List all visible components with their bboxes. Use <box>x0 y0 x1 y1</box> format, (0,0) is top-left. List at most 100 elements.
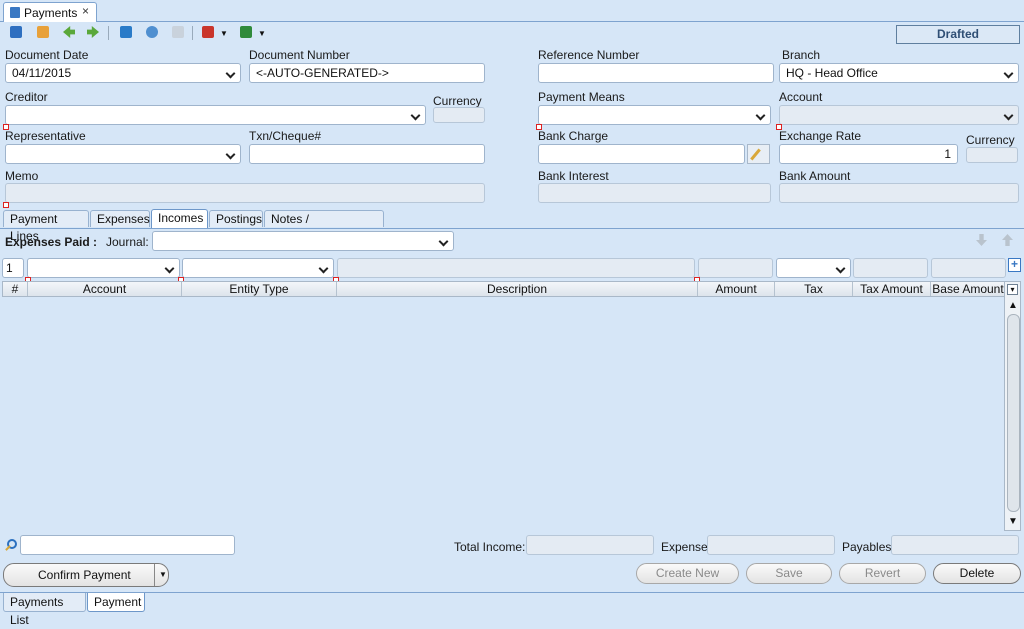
vertical-scrollbar[interactable]: ▾ ▲ ▼ <box>1004 281 1021 531</box>
col-tax-amount[interactable]: Tax Amount <box>853 282 931 296</box>
search-input[interactable] <box>20 535 235 555</box>
txn-cheque-field[interactable] <box>249 144 485 164</box>
report-dropdown-icon[interactable]: ▼ <box>220 29 228 38</box>
account-label: Account <box>779 90 823 104</box>
entry-base-amount-field <box>931 258 1006 278</box>
tab-incomes[interactable]: Incomes <box>151 209 208 228</box>
grid-body <box>2 297 1006 531</box>
document-tab-bar: Payments × <box>0 0 1024 22</box>
payables-label: Payables: <box>842 540 895 554</box>
save-button[interactable]: Save <box>746 563 832 584</box>
create-new-button[interactable]: Create New <box>636 563 739 584</box>
scroll-thumb[interactable] <box>1007 314 1020 512</box>
col-entity-type[interactable]: Entity Type <box>182 282 337 296</box>
delete-button[interactable]: Delete <box>933 563 1021 584</box>
document-date-field[interactable]: 04/11/2015 <box>5 63 241 83</box>
col-base-amount[interactable]: Base Amount <box>931 282 1006 296</box>
add-line-icon[interactable]: + <box>1008 258 1021 272</box>
bank-charge-label: Bank Charge <box>538 129 609 143</box>
bank-interest-field <box>538 183 771 203</box>
bank-amount-label: Bank Amount <box>779 169 851 183</box>
tab-payment-lines[interactable]: Payment Lines <box>3 210 89 243</box>
expenses-paid-label: Expenses Paid : <box>5 235 98 249</box>
document-date-label: Document Date <box>5 48 89 62</box>
bank-amount-field <box>779 183 1019 203</box>
move-down-icon[interactable] <box>976 234 987 246</box>
txn-cheque-label: Txn/Cheque# <box>249 129 322 143</box>
tab-payment[interactable]: Payment <box>87 593 145 612</box>
creditor-select[interactable] <box>5 105 426 125</box>
required-marker <box>3 202 9 208</box>
search-icon[interactable] <box>3 538 17 552</box>
save-icon[interactable] <box>120 26 132 38</box>
entry-entity-type-select[interactable] <box>182 258 334 278</box>
tab-expenses[interactable]: Expenses <box>90 210 150 227</box>
total-income-field <box>526 535 654 555</box>
expense-field <box>707 535 835 555</box>
creditor-label: Creditor <box>5 90 48 104</box>
revert-button[interactable]: Revert <box>839 563 926 584</box>
payment-means-label: Payment Means <box>538 90 625 104</box>
branch-label: Branch <box>782 48 821 62</box>
status-badge: Drafted <box>896 25 1020 44</box>
journal-label: Journal: <box>106 235 149 249</box>
entry-tax-select[interactable] <box>776 258 851 278</box>
reference-number-field[interactable] <box>538 63 774 83</box>
calendar-icon[interactable] <box>37 26 49 38</box>
excel-dropdown-icon[interactable]: ▼ <box>258 29 266 38</box>
move-up-icon[interactable] <box>1002 234 1013 246</box>
help-icon[interactable] <box>10 26 22 38</box>
scroll-down-icon[interactable]: ▼ <box>1008 516 1018 527</box>
currency2-field <box>966 147 1018 163</box>
memo-field[interactable] <box>5 183 485 203</box>
confirm-dropdown-icon[interactable]: ▼ <box>159 564 167 586</box>
back-icon[interactable] <box>63 26 75 38</box>
payment-means-select[interactable] <box>538 105 771 125</box>
entry-tax-amount-field <box>853 258 928 278</box>
pencil-icon <box>750 148 761 161</box>
bank-charge-edit-button[interactable] <box>747 144 770 164</box>
journal-select[interactable] <box>152 231 454 251</box>
tab-notes-attachments[interactable]: Notes / Attachments <box>264 210 384 243</box>
entry-amount-field[interactable] <box>698 258 773 278</box>
copy-icon[interactable] <box>172 26 184 38</box>
currency2-label: Currency <box>966 133 1015 147</box>
col-account[interactable]: Account <box>28 282 182 296</box>
document-number-field[interactable]: <-AUTO-GENERATED-> <box>249 63 485 83</box>
col-amount[interactable]: Amount <box>698 282 775 296</box>
grid-header: # Account Entity Type Description Amount… <box>2 281 1006 297</box>
entry-description-field[interactable] <box>337 258 695 278</box>
document-number-label: Document Number <box>249 48 350 62</box>
close-tab-icon[interactable]: × <box>82 4 89 18</box>
tab-postings[interactable]: Postings <box>209 210 263 227</box>
entry-account-select[interactable] <box>27 258 180 278</box>
total-income-label: Total Income: <box>454 540 526 554</box>
expense-label: Expense: <box>661 540 712 554</box>
totals-bar: Total Income: Expense: Payables: <box>0 532 1024 559</box>
account-select[interactable] <box>779 105 1019 125</box>
payables-field <box>891 535 1019 555</box>
col-description[interactable]: Description <box>337 282 698 296</box>
tab-payments[interactable]: Payments × <box>3 2 97 22</box>
representative-label: Representative <box>5 129 86 143</box>
exchange-rate-field[interactable]: 1 <box>779 144 958 164</box>
currency-label: Currency <box>433 94 482 108</box>
refresh-icon[interactable] <box>146 26 158 38</box>
tab-payments-list[interactable]: Payments List <box>3 593 86 627</box>
payments-icon <box>10 7 20 18</box>
representative-select[interactable] <box>5 144 241 164</box>
forward-icon[interactable] <box>87 26 99 38</box>
toolbar: ▼ ▼ <box>0 22 1024 44</box>
col-tax[interactable]: Tax <box>775 282 853 296</box>
excel-icon[interactable] <box>240 26 252 38</box>
bank-charge-field[interactable] <box>538 144 745 164</box>
confirm-payment-button[interactable]: Confirm Payment ▼ <box>3 563 169 587</box>
branch-select[interactable]: HQ - Head Office <box>779 63 1019 83</box>
confirm-payment-label: Confirm Payment <box>38 568 131 582</box>
column-chooser-icon[interactable]: ▾ <box>1007 284 1018 295</box>
report-icon[interactable] <box>202 26 214 38</box>
line-number-field: 1 <box>2 258 24 278</box>
scroll-up-icon[interactable]: ▲ <box>1008 300 1018 311</box>
tab-payments-label: Payments <box>24 6 78 20</box>
col-number[interactable]: # <box>3 282 28 296</box>
